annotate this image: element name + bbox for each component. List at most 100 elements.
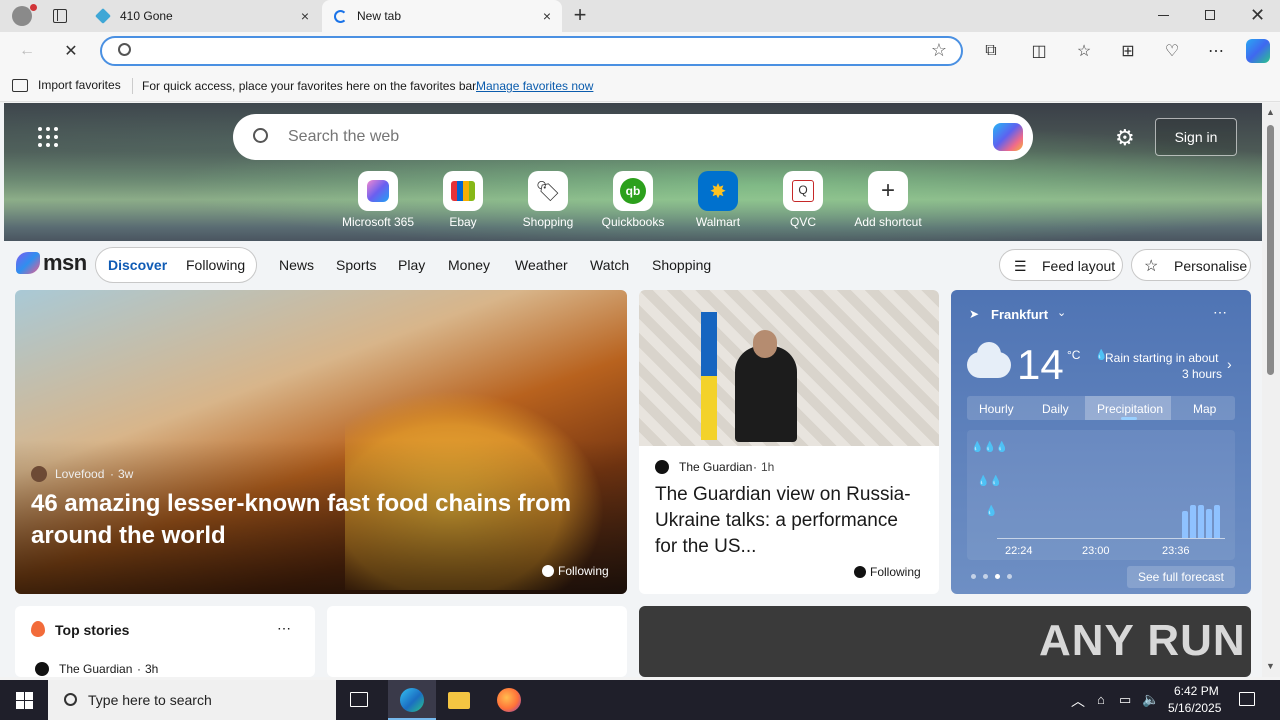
web-search-box[interactable] — [233, 114, 1033, 160]
tab-discover[interactable]: Discover — [108, 257, 167, 273]
more-options-icon[interactable]: ⋯ — [1213, 304, 1227, 321]
flag-image — [701, 312, 717, 440]
see-full-forecast-button[interactable]: See full forecast — [1127, 566, 1235, 588]
clock-time[interactable]: 6:42 PM — [1174, 684, 1219, 698]
tab-daily[interactable]: Daily — [1042, 402, 1069, 416]
close-window-button[interactable]: ✕ — [1250, 5, 1265, 26]
notifications-icon[interactable] — [1239, 692, 1255, 706]
page-scrollbar[interactable]: ▲ ▼ — [1262, 103, 1280, 677]
nav-news[interactable]: News — [279, 257, 314, 273]
network-icon[interactable]: ⌂ — [1097, 692, 1105, 707]
chevron-up-icon[interactable]: ︿ — [1071, 691, 1085, 711]
minimize-button[interactable] — [1158, 15, 1169, 16]
edge-taskbar-icon[interactable] — [388, 680, 436, 720]
favorites-icon[interactable]: ☆ — [1073, 40, 1095, 62]
nav-weather[interactable]: Weather — [515, 257, 568, 273]
pager-dots[interactable] — [971, 574, 1012, 579]
nav-shopping[interactable]: Shopping — [652, 257, 711, 273]
manage-favorites-link[interactable]: Manage favorites now — [476, 79, 593, 93]
empty-card — [327, 606, 627, 677]
chevron-right-icon[interactable]: › — [1227, 356, 1232, 372]
import-favorites-button[interactable]: Import favorites — [12, 78, 121, 92]
weather-card[interactable]: ➤ Frankfurt ⌄ ⋯ 14 °C 💧 Rain starting in… — [951, 290, 1251, 594]
web-search-input[interactable] — [288, 127, 968, 147]
news-card[interactable]: The Guardian · 1h The Guardian view on R… — [639, 290, 939, 594]
feed-layout-button[interactable]: ☰ Feed layout — [999, 249, 1123, 281]
scroll-thumb[interactable] — [1267, 125, 1274, 375]
precipitation-bar — [1206, 509, 1212, 538]
shortcut-qvc[interactable]: Q QVC — [763, 171, 843, 229]
card-title[interactable]: 46 amazing lesser-known fast food chains… — [31, 488, 591, 552]
new-tab-button[interactable]: + — [570, 4, 590, 26]
settings-gear-icon[interactable]: ⚙ — [1115, 125, 1135, 151]
nav-watch[interactable]: Watch — [590, 257, 629, 273]
split-screen-icon[interactable]: ◫ — [1028, 40, 1050, 62]
more-menu-icon[interactable]: ⋯ — [1205, 40, 1227, 62]
tab-precipitation[interactable]: Precipitation — [1097, 402, 1163, 416]
task-view-icon[interactable] — [350, 692, 368, 707]
nav-play[interactable]: Play — [398, 257, 425, 273]
shortcut-quickbooks[interactable]: qb Quickbooks — [593, 171, 673, 229]
scroll-up-icon[interactable]: ▲ — [1266, 107, 1275, 117]
close-icon[interactable]: × — [540, 9, 554, 23]
chevron-down-icon[interactable]: ⌄ — [1057, 306, 1066, 319]
sign-in-button[interactable]: Sign in — [1155, 118, 1237, 156]
restore-button[interactable] — [1205, 10, 1215, 20]
shortcut-walmart[interactable]: ✸ Walmart — [678, 171, 758, 229]
precipitation-bar — [1214, 505, 1220, 538]
copilot-icon[interactable] — [1246, 39, 1270, 63]
video-card[interactable]: ANY RUN — [639, 606, 1251, 677]
moderate-rain-icon: 💧💧 — [977, 476, 1002, 487]
check-circle-icon — [854, 566, 866, 578]
extensions-icon[interactable]: ⧉ — [980, 40, 1002, 62]
clock-date[interactable]: 5/16/2025 — [1168, 701, 1221, 715]
collections-icon[interactable]: ⊞ — [1117, 40, 1139, 62]
shortcut-shopping[interactable]: 🏷 Shopping — [508, 171, 588, 229]
favorite-star-icon[interactable]: ☆ — [931, 40, 947, 61]
following-badge[interactable]: Following — [854, 565, 921, 579]
apps-launcher-icon[interactable] — [38, 127, 58, 147]
performance-icon[interactable]: ♡ — [1161, 40, 1183, 62]
tab-map[interactable]: Map — [1193, 402, 1216, 416]
search-icon — [118, 43, 131, 56]
taskbar-search-box[interactable]: Type here to search — [48, 680, 336, 720]
address-bar[interactable]: ☆ — [100, 36, 963, 66]
msn-logo[interactable]: msn — [16, 250, 87, 276]
tab-new-tab[interactable]: New tab × — [322, 0, 562, 32]
shortcut-ebay[interactable]: Ebay — [423, 171, 503, 229]
tab-following[interactable]: Following — [186, 257, 245, 273]
file-explorer-icon[interactable] — [448, 692, 470, 709]
card-title[interactable]: The Guardian view on Russia-Ukraine talk… — [655, 482, 925, 560]
nav-money[interactable]: Money — [448, 257, 490, 273]
more-options-icon[interactable]: ⋯ — [277, 620, 291, 637]
profile-avatar-icon[interactable] — [12, 4, 37, 26]
nav-sports[interactable]: Sports — [336, 257, 376, 273]
tab-410-gone[interactable]: 410 Gone × — [84, 0, 320, 32]
hero-news-card[interactable]: Lovefood · 3w 46 amazing lesser-known fa… — [15, 290, 627, 594]
tab-hourly[interactable]: Hourly — [979, 402, 1014, 416]
back-arrow-icon[interactable]: ← — [16, 40, 38, 62]
close-icon[interactable]: × — [298, 9, 312, 23]
address-input[interactable] — [142, 42, 902, 60]
shortcut-microsoft-365[interactable]: Microsoft 365 — [338, 171, 418, 229]
quickbooks-icon: qb — [620, 178, 646, 204]
tab-actions-icon[interactable] — [53, 9, 67, 23]
import-icon — [12, 78, 28, 92]
add-shortcut-button[interactable]: + Add shortcut — [848, 171, 928, 229]
weather-summary-2: 3 hours — [1182, 367, 1223, 381]
browser-toolbar: ← ✕ ☆ ⧉ ◫ ☆ ⊞ ♡ ⋯ — [0, 32, 1280, 70]
favorites-bar: Import favorites For quick access, place… — [0, 70, 1280, 102]
volume-icon[interactable]: 🔈 — [1142, 691, 1159, 708]
personalise-button[interactable]: ☆ Personalise — [1131, 249, 1251, 281]
firefox-icon[interactable] — [497, 688, 521, 712]
story-source: The Guardian — [59, 662, 133, 676]
taskbar-search-placeholder: Type here to search — [88, 692, 212, 708]
following-badge[interactable]: Following — [542, 564, 609, 578]
scroll-down-icon[interactable]: ▼ — [1266, 661, 1275, 671]
weather-city[interactable]: Frankfurt — [991, 307, 1048, 322]
copilot-icon[interactable] — [993, 123, 1023, 151]
ethernet-icon[interactable]: ▭ — [1119, 692, 1131, 708]
stop-loading-icon[interactable]: ✕ — [60, 40, 82, 62]
windows-start-icon[interactable] — [16, 692, 33, 709]
location-arrow-icon: ➤ — [969, 307, 980, 321]
